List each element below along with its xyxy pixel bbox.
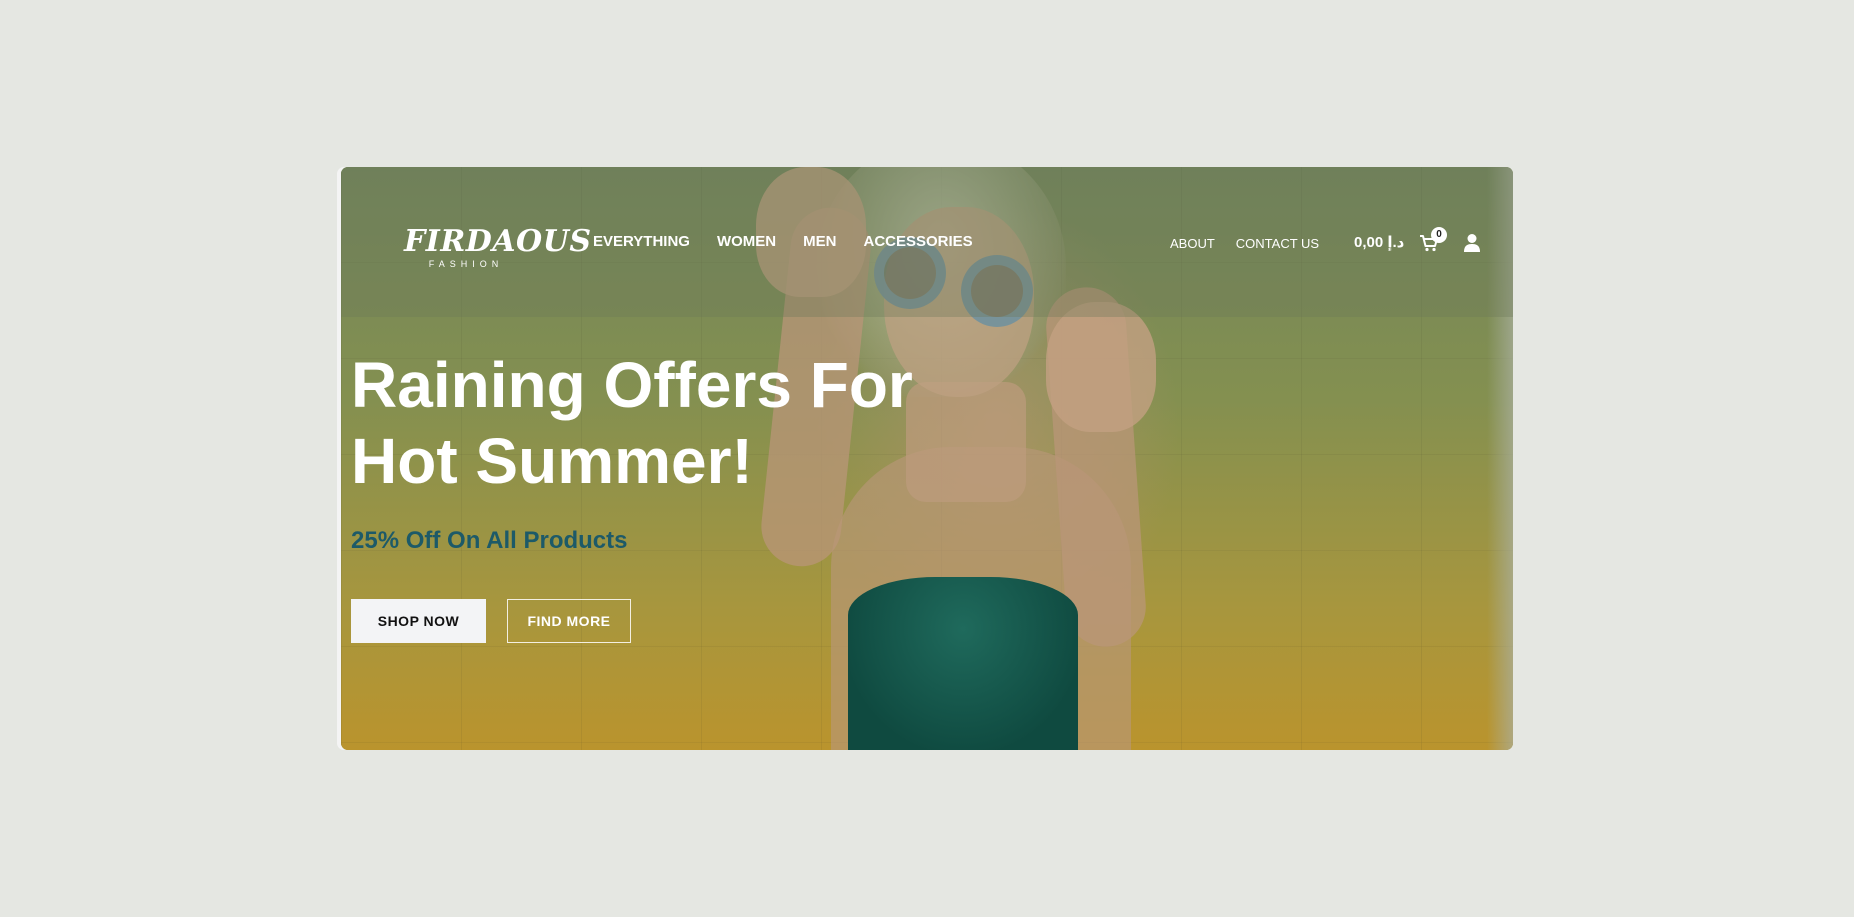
nav-link-men[interactable]: MEN <box>803 233 836 250</box>
shop-now-button[interactable]: SHOP NOW <box>351 599 486 643</box>
hero-subtitle: 25% Off On All Products <box>351 527 628 554</box>
nav-link-about[interactable]: ABOUT <box>1170 236 1215 251</box>
hero-title-line-1: Raining Offers For <box>351 349 913 421</box>
cart-total[interactable]: 0,00 د.إ <box>1354 233 1404 251</box>
site-header: FIRDAOUS FASHION EVERYTHING WOMEN MEN AC… <box>341 167 1513 317</box>
nav-link-accessories[interactable]: ACCESSORIES <box>863 233 972 250</box>
nav-link-women[interactable]: WOMEN <box>717 233 776 250</box>
find-more-button[interactable]: FIND MORE <box>507 599 631 643</box>
main-navigation: EVERYTHING WOMEN MEN ACCESSORIES <box>593 233 973 250</box>
secondary-navigation: ABOUT CONTACT US <box>1170 236 1319 251</box>
hero-title: Raining Offers For Hot Summer! <box>351 347 971 499</box>
nav-link-everything[interactable]: EVERYTHING <box>593 233 690 250</box>
user-icon[interactable] <box>1463 233 1481 253</box>
hero-title-line-2: Hot Summer! <box>351 425 753 497</box>
logo-wordmark: FIRDAOUS <box>404 224 592 259</box>
site-logo[interactable]: FIRDAOUS FASHION <box>404 224 592 270</box>
cart-count-badge: 0 <box>1431 227 1447 243</box>
logo-tagline: FASHION <box>428 259 504 269</box>
nav-link-contact-us[interactable]: CONTACT US <box>1236 236 1319 251</box>
hero-banner: FIRDAOUS FASHION EVERYTHING WOMEN MEN AC… <box>341 167 1513 750</box>
green-top <box>848 577 1078 750</box>
